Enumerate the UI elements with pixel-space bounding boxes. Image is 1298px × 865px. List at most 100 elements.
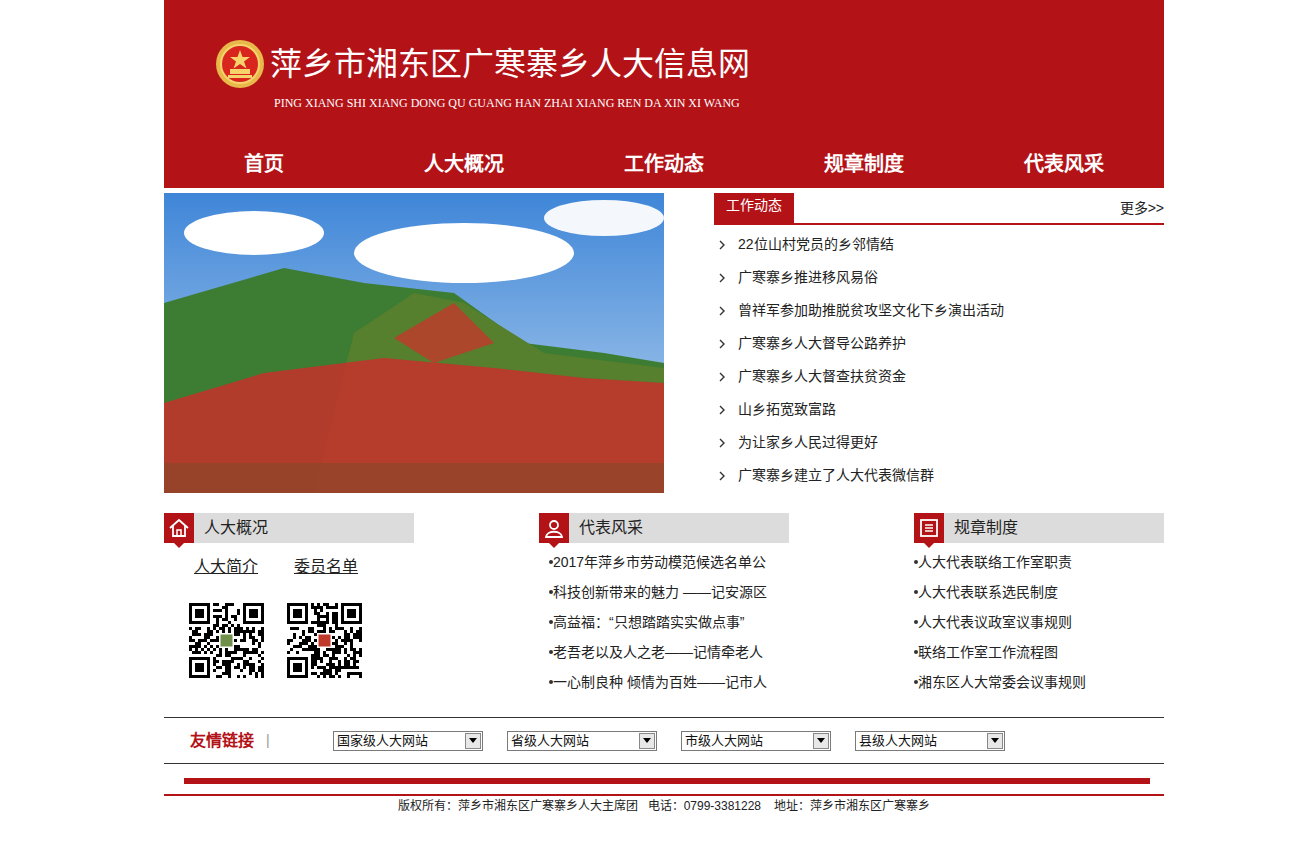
header-pointer xyxy=(549,543,559,548)
rules-list: 人大代表联络工作室职责人大代表联系选民制度人大代表议政室议事规则联络工作室工作流… xyxy=(914,547,1164,697)
site-select[interactable]: 国家级人大网站 xyxy=(333,731,483,751)
list-icon xyxy=(914,513,944,543)
nav-item[interactable]: 人大概况 xyxy=(364,149,564,179)
rules-section: 规章制度人大代表联络工作室职责人大代表联系选民制度人大代表议政室议事规则联络工作… xyxy=(914,513,1164,697)
list-item[interactable]: 联络工作室工作流程图 xyxy=(914,637,1164,667)
chevron-icon xyxy=(718,240,726,250)
list-item[interactable]: 人大代表议政室议事规则 xyxy=(914,607,1164,637)
nav-item[interactable]: 工作动态 xyxy=(564,149,764,179)
bullet-icon xyxy=(549,680,553,684)
news-title[interactable]: 广寒寨乡推进移风易俗 xyxy=(738,267,878,288)
top-content: 工作动态 更多>> 22位山村党员的乡邻情结广寒寨乡推进移风易俗曾祥军参加助推脱贫攻… xyxy=(164,193,1164,493)
news-item[interactable]: 山乡拓宽致富路 xyxy=(714,393,1164,426)
list-item[interactable]: 人大代表联络工作室职责 xyxy=(914,547,1164,577)
news-title[interactable]: 22位山村党员的乡邻情结 xyxy=(738,234,894,255)
landscape-photo xyxy=(164,193,664,493)
news-item[interactable]: 曾祥军参加助推脱贫攻坚文化下乡演出活动 xyxy=(714,294,1164,327)
info-columns: 人大概况人大简介委员名单代表风采2017年萍乡市劳动模范候选名单公科技创新带来的… xyxy=(164,513,1164,697)
title-row: 萍乡市湘东区广寒寨乡人大信息网 xyxy=(215,38,1164,90)
list-item[interactable]: 2017年萍乡市劳动模范候选名单公 xyxy=(539,547,914,577)
list-title[interactable]: 人大代表联系选民制度 xyxy=(918,582,1058,603)
section-header: 代表风采 xyxy=(539,513,789,543)
list-title[interactable]: 人大代表联络工作室职责 xyxy=(918,552,1072,573)
chevron-icon xyxy=(718,405,726,415)
list-title[interactable]: 高益福：“只想踏踏实实做点事” xyxy=(553,612,744,633)
qr-code-icon xyxy=(287,603,362,678)
news-title[interactable]: 山乡拓宽致富路 xyxy=(738,399,836,420)
news-item[interactable]: 广寒寨乡人大督查扶贫资金 xyxy=(714,360,1164,393)
news-item[interactable]: 广寒寨乡人大督导公路养护 xyxy=(714,327,1164,360)
news-item[interactable]: 22位山村党员的乡邻情结 xyxy=(714,228,1164,261)
bullet-icon xyxy=(914,650,918,654)
header-pointer xyxy=(174,543,184,548)
footer-line xyxy=(164,794,1164,796)
site-select[interactable]: 县级人大网站 xyxy=(855,731,1005,751)
dropdown-arrow-icon[interactable] xyxy=(639,733,655,749)
list-title[interactable]: 联络工作室工作流程图 xyxy=(918,642,1058,663)
list-item[interactable]: 一心制良种 倾情为百姓——记市人 xyxy=(539,667,914,697)
select-value[interactable]: 县级人大网站 xyxy=(859,732,937,750)
news-tab[interactable]: 工作动态 xyxy=(714,193,794,223)
chevron-icon xyxy=(718,339,726,349)
list-item[interactable]: 科技创新带来的魅力 ——记安源区 xyxy=(539,577,914,607)
news-panel: 工作动态 更多>> 22位山村党员的乡邻情结广寒寨乡推进移风易俗曾祥军参加助推脱贫攻… xyxy=(714,193,1164,493)
news-title[interactable]: 为让家乡人民过得更好 xyxy=(738,432,878,453)
list-item[interactable]: 湘东区人大常委会议事规则 xyxy=(914,667,1164,697)
news-title[interactable]: 广寒寨乡人大督查扶贫资金 xyxy=(738,366,906,387)
more-link[interactable]: 更多>> xyxy=(1120,198,1164,223)
select-value[interactable]: 市级人大网站 xyxy=(685,732,763,750)
news-title[interactable]: 广寒寨乡建立了人大代表微信群 xyxy=(738,465,934,486)
header: 萍乡市湘东区广寒寨乡人大信息网 PING XIANG SHI XIANG DONG… xyxy=(164,0,1164,188)
section-title: 规章制度 xyxy=(954,516,1018,540)
news-item[interactable]: 广寒寨乡推进移风易俗 xyxy=(714,261,1164,294)
bullet-icon xyxy=(549,650,553,654)
overview-link[interactable]: 人大简介 xyxy=(194,555,258,579)
dropdown-arrow-icon[interactable] xyxy=(987,733,1003,749)
list-title[interactable]: 2017年萍乡市劳动模范候选名单公 xyxy=(553,552,766,573)
main-nav: 首页人大概况工作动态规章制度代表风采 xyxy=(164,140,1164,188)
list-item[interactable]: 老吾老以及人之老——记情牵老人 xyxy=(539,637,914,667)
news-item[interactable]: 为让家乡人民过得更好 xyxy=(714,426,1164,459)
chevron-icon xyxy=(718,438,726,448)
friend-links: 友情链接|国家级人大网站省级人大网站市级人大网站县级人大网站 xyxy=(164,717,1164,764)
site-select[interactable]: 省级人大网站 xyxy=(507,731,657,751)
copyright: 版权所有：萍乡市湘东区广寒寨乡人大主席团 电话：0799-3381228 地址：… xyxy=(164,798,1164,814)
section-title: 代表风采 xyxy=(579,516,643,540)
chevron-icon xyxy=(718,372,726,382)
nav-item[interactable]: 首页 xyxy=(164,149,364,179)
nav-item[interactable]: 代表风采 xyxy=(964,149,1164,179)
list-title[interactable]: 湘东区人大常委会议事规则 xyxy=(918,672,1086,693)
list-item[interactable]: 人大代表联系选民制度 xyxy=(914,577,1164,607)
separator: | xyxy=(266,730,270,751)
overview-link[interactable]: 委员名单 xyxy=(294,555,358,579)
chevron-icon xyxy=(718,273,726,283)
list-title[interactable]: 一心制良种 倾情为百姓——记市人 xyxy=(553,672,767,693)
section-header: 规章制度 xyxy=(914,513,1164,543)
site-subtitle: PING XIANG SHI XIANG DONG QU GUANG HAN Z… xyxy=(274,96,1164,110)
dropdown-arrow-icon[interactable] xyxy=(813,733,829,749)
news-title[interactable]: 曾祥军参加助推脱贫攻坚文化下乡演出活动 xyxy=(738,300,1004,321)
select-value[interactable]: 国家级人大网站 xyxy=(337,732,428,750)
chevron-icon xyxy=(718,471,726,481)
select-value[interactable]: 省级人大网站 xyxy=(511,732,589,750)
nav-item[interactable]: 规章制度 xyxy=(764,149,964,179)
dropdown-arrow-icon[interactable] xyxy=(465,733,481,749)
news-header: 工作动态 更多>> xyxy=(714,193,1164,225)
site-title: 萍乡市湘东区广寒寨乡人大信息网 xyxy=(270,44,750,84)
news-list: 22位山村党员的乡邻情结广寒寨乡推进移风易俗曾祥军参加助推脱贫攻坚文化下乡演出活… xyxy=(714,228,1164,492)
list-title[interactable]: 人大代表议政室议事规则 xyxy=(918,612,1072,633)
deputies-list: 2017年萍乡市劳动模范候选名单公科技创新带来的魅力 ——记安源区高益福：“只想… xyxy=(539,547,914,697)
bullet-icon xyxy=(914,620,918,624)
overview-links: 人大简介 委员名单 xyxy=(164,557,539,577)
bullet-icon xyxy=(914,560,918,564)
news-title[interactable]: 广寒寨乡人大督导公路养护 xyxy=(738,333,906,354)
site-select[interactable]: 市级人大网站 xyxy=(681,731,831,751)
news-item[interactable]: 广寒寨乡建立了人大代表微信群 xyxy=(714,459,1164,492)
list-title[interactable]: 科技创新带来的魅力 ——记安源区 xyxy=(553,582,767,603)
list-title[interactable]: 老吾老以及人之老——记情牵老人 xyxy=(553,642,763,663)
select-group: 国家级人大网站 省级人大网站 市级人大网站 县级人大网站 xyxy=(333,731,1005,751)
list-item[interactable]: 高益福：“只想踏踏实实做点事” xyxy=(539,607,914,637)
deputies-section: 代表风采 2017年萍乡市劳动模范候选名单公科技创新带来的魅力 ——记安源区高益福… xyxy=(539,513,914,697)
bullet-icon xyxy=(549,590,553,594)
bullet-icon xyxy=(549,560,553,564)
